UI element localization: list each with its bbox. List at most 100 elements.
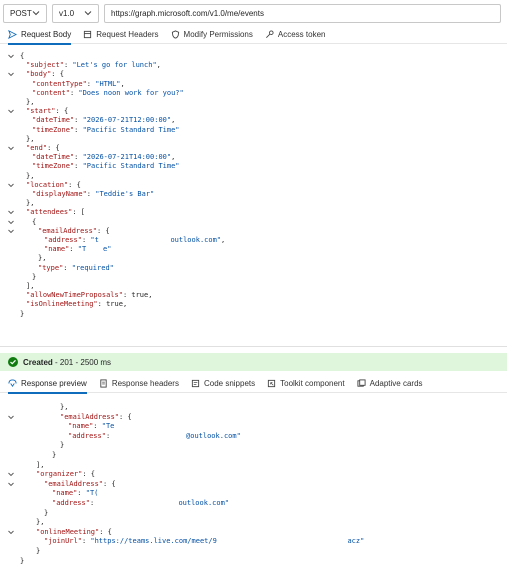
json-punct: : — [105, 431, 187, 440]
json-punct: : { — [97, 226, 110, 235]
fold-chevron-icon[interactable] — [7, 181, 15, 190]
code-text: { — [20, 52, 24, 61]
json-punct: }, — [26, 199, 35, 208]
json-punct: : [ — [72, 208, 86, 217]
fold-chevron-icon[interactable] — [7, 52, 15, 61]
json-key: "emailAddress" — [44, 479, 104, 488]
status-label: Created — [23, 357, 53, 367]
json-string: "T e" — [77, 245, 112, 254]
tab-label: Request Headers — [96, 30, 159, 39]
json-key: "end" — [26, 144, 48, 152]
json-key: "organizer" — [36, 470, 83, 479]
request-bar: POST v1.0 https://graph.microsoft.com/v1… — [0, 0, 507, 26]
code-line: "timeZone": "Pacific Standard Time" — [0, 126, 507, 135]
tab-request-headers[interactable]: Request Headers — [83, 26, 159, 44]
json-key: "dateTime" — [32, 153, 75, 162]
json-key: "content" — [32, 88, 70, 97]
fold-chevron-icon[interactable] — [7, 528, 15, 537]
json-punct: : — [86, 79, 96, 88]
json-key: "location" — [26, 180, 69, 189]
json-string: outlook.com" — [178, 499, 230, 507]
code-text: "timeZone": "Pacific Standard Time" — [32, 162, 180, 171]
code-text: }, — [26, 199, 34, 208]
json-punct: : — [74, 162, 83, 171]
fold-chevron-icon[interactable] — [7, 208, 15, 217]
code-line: "dateTime": "2026-07-21T14:00:00", — [0, 153, 507, 162]
tab-request-body[interactable]: Request Body — [8, 26, 72, 45]
request-url-input[interactable]: https://graph.microsoft.com/v1.0/me/even… — [104, 3, 501, 23]
code-line: }, — [0, 518, 507, 527]
fold-chevron-icon[interactable] — [7, 107, 15, 116]
code-line: "name": "Te — [0, 422, 507, 431]
fold-chevron-icon[interactable] — [7, 480, 15, 489]
code-text: "allowNewTimeProposals": true, — [26, 291, 152, 300]
json-key: "emailAddress" — [38, 226, 98, 235]
code-line: ], — [0, 282, 507, 291]
fold-chevron-icon[interactable] — [7, 70, 15, 79]
json-key: "name" — [52, 489, 78, 498]
json-key: "timeZone" — [32, 162, 75, 171]
status-detail: - 201 - 2500 ms — [52, 357, 112, 367]
tab-label: Response headers — [111, 379, 179, 388]
fold-chevron-icon[interactable] — [7, 218, 15, 227]
json-punct: : — [63, 263, 72, 272]
json-key: "subject" — [26, 61, 64, 70]
fold-chevron-icon[interactable] — [7, 227, 15, 236]
tab-access-token[interactable]: Access token — [265, 26, 326, 44]
code-line: "emailAddress": { — [0, 227, 507, 236]
json-key: "contentType" — [32, 79, 87, 88]
code-line: }, — [0, 135, 507, 144]
json-punct: } — [52, 451, 57, 459]
code-line: } — [0, 509, 507, 518]
fold-chevron-icon[interactable] — [7, 144, 15, 153]
code-line: } — [0, 310, 507, 319]
request-body-editor[interactable]: {"subject": "Let's go for lunch", "body":… — [0, 52, 507, 336]
json-key: "dateTime" — [32, 116, 75, 125]
fold-chevron-icon[interactable] — [7, 470, 15, 479]
code-text: { — [32, 218, 36, 227]
tab-label: Access token — [277, 30, 326, 39]
code-line: "displayName": "Teddie's Bar" — [0, 190, 507, 199]
code-text: "subject": "Let's go for lunch", — [26, 61, 161, 70]
fold-chevron-icon[interactable] — [7, 413, 15, 422]
code-text: "body": { — [26, 70, 64, 79]
tab-code-snippets[interactable]: Code snippets — [191, 375, 255, 393]
tab-response-preview[interactable]: Response preview — [8, 375, 87, 394]
tab-label: Modify Permissions — [183, 30, 253, 39]
http-method-value: POST — [10, 8, 32, 18]
code-text: "contentType": "HTML", — [32, 80, 125, 89]
json-key: "name" — [68, 422, 94, 431]
code-text: ], — [26, 282, 34, 291]
code-text: "displayName": "Teddie's Bar" — [32, 190, 154, 199]
code-text: } — [20, 310, 24, 319]
code-line: "address": @outlook.com" — [0, 432, 507, 441]
json-punct: } — [44, 508, 49, 517]
json-key: "timeZone" — [32, 125, 75, 134]
api-version-dropdown[interactable]: v1.0 — [52, 3, 99, 23]
json-punct: }, — [26, 98, 35, 106]
json-punct: } — [36, 547, 41, 555]
http-method-dropdown[interactable]: POST — [3, 3, 47, 23]
response-preview-editor[interactable]: }, "emailAddress": {"name": "Te "address":… — [0, 403, 507, 577]
json-punct: : — [74, 153, 83, 162]
json-punct: ], — [26, 282, 35, 290]
json-punct: } — [60, 441, 65, 450]
key-icon — [265, 30, 274, 38]
code-icon — [191, 379, 200, 388]
code-text: "name": "T e" — [44, 245, 111, 254]
tab-label: Code snippets — [203, 379, 256, 388]
code-line: "organizer": { — [0, 470, 507, 479]
code-line: "content": "Does noon work for you?" — [0, 89, 507, 98]
json-punct: } — [20, 309, 25, 318]
tab-adaptive-cards[interactable]: Adaptive cards — [357, 375, 423, 393]
headers-icon — [84, 30, 92, 39]
tab-toolkit-component[interactable]: Toolkit component — [267, 375, 345, 393]
tab-response-headers[interactable]: Response headers — [99, 375, 179, 393]
code-line: "dateTime": "2026-07-21T12:00:00", — [0, 116, 507, 125]
tab-modify-permissions[interactable]: Modify Permissions — [171, 26, 253, 44]
code-text: }, — [26, 98, 34, 107]
json-string: @outlook.com" — [186, 431, 241, 440]
json-punct: , — [156, 61, 161, 70]
json-punct: }, — [36, 518, 45, 527]
json-key: "displayName" — [32, 190, 87, 198]
